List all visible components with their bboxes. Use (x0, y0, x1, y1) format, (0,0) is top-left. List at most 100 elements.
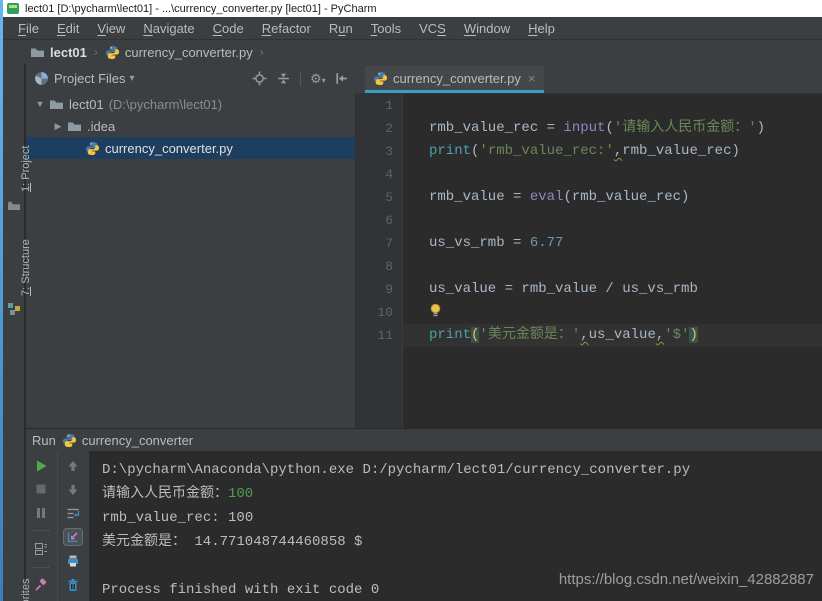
pause-output-button[interactable] (32, 505, 50, 520)
menu-item-file[interactable]: File (9, 21, 48, 36)
code-line-7[interactable]: 7us_vs_rmb = 6.77 (355, 232, 822, 255)
menu-item-vcs[interactable]: VCS (410, 21, 455, 36)
stop-button[interactable] (32, 481, 50, 496)
token-st: 'rmb_value_rec:' (479, 143, 613, 159)
menu-item-navigate[interactable]: Navigate (134, 21, 203, 36)
folder-icon (49, 97, 64, 112)
code-line-8[interactable]: 8 (355, 255, 822, 278)
line-number[interactable]: 11 (355, 324, 403, 347)
run-label: Run (32, 433, 56, 448)
python-file-icon (62, 433, 77, 448)
tree-item--idea[interactable]: ▶.idea (26, 115, 355, 137)
locate-file-button[interactable] (252, 71, 267, 86)
code-text[interactable] (403, 255, 822, 278)
intention-bulb-icon[interactable] (429, 303, 442, 317)
code-line-6[interactable]: 6 (355, 209, 822, 232)
tree-item-path: (D:\pycharm\lect01) (109, 97, 222, 112)
hide-panel-button[interactable] (334, 71, 349, 86)
menu-item-refactor[interactable]: Refactor (253, 21, 320, 36)
gear-icon[interactable]: ⚙▾ (310, 71, 325, 86)
tool-button-structure[interactable]: 7: Structure (20, 239, 32, 296)
token-pl: ( (605, 120, 613, 136)
line-number[interactable]: 9 (355, 278, 403, 301)
token-pl: us_value (589, 327, 656, 343)
project-tool-icon[interactable] (7, 199, 21, 213)
expand-arrow-icon[interactable]: ▼ (34, 99, 46, 109)
line-number[interactable]: 1 (355, 94, 403, 117)
restore-layout-button[interactable] (32, 541, 50, 556)
line-number[interactable]: 8 (355, 255, 403, 278)
print-button[interactable] (64, 553, 82, 569)
code-text[interactable]: us_value = rmb_value / us_vs_rmb (403, 278, 822, 301)
code-line-3[interactable]: 3print('rmb_value_rec:',rmb_value_rec) (355, 140, 822, 163)
tool-button-favorites[interactable]: 2: Favorites (20, 579, 32, 601)
line-number[interactable]: 6 (355, 209, 403, 232)
close-icon[interactable]: × (528, 71, 536, 86)
run-tab-label[interactable]: currency_converter (82, 433, 193, 448)
code-text[interactable]: print('rmb_value_rec:',rmb_value_rec) (403, 140, 822, 163)
collapse-all-button[interactable] (276, 71, 291, 86)
folder-icon (67, 119, 82, 134)
chevron-down-icon[interactable]: ▾ (130, 73, 135, 84)
scope-selector[interactable]: Project Files (54, 71, 126, 86)
code-text[interactable] (403, 209, 822, 232)
code-text[interactable]: us_vs_rmb = 6.77 (403, 232, 822, 255)
code-text[interactable] (403, 163, 822, 186)
down-stack-button[interactable] (64, 482, 82, 498)
menu-item-help[interactable]: Help (519, 21, 564, 36)
run-toolbar (26, 451, 90, 601)
code-text[interactable] (403, 94, 822, 117)
code-line-2[interactable]: 2rmb_value_rec = input('请输入人民币金额：') (355, 117, 822, 140)
code-line-11[interactable]: 11print('美元金额是：',us_value,'$') (355, 324, 822, 347)
code-line-4[interactable]: 4 (355, 163, 822, 186)
scroll-to-end-button[interactable] (64, 529, 82, 545)
console-output-text: D:\pycharm\Anaconda\python.exe D:/pychar… (102, 462, 690, 478)
up-stack-button[interactable] (64, 458, 82, 474)
tree-item-currency-converter-py[interactable]: currency_converter.py (26, 137, 355, 159)
breadcrumb-separator: › (94, 45, 98, 59)
line-number[interactable]: 7 (355, 232, 403, 255)
project-tree: ▼lect01(D:\pycharm\lect01)▶.ideacurrency… (26, 93, 355, 159)
structure-tool-icon[interactable] (7, 302, 21, 316)
code-line-5[interactable]: 5rmb_value = eval(rmb_value_rec) (355, 186, 822, 209)
menu-item-code[interactable]: Code (204, 21, 253, 36)
line-number[interactable]: 2 (355, 117, 403, 140)
code-text[interactable] (403, 301, 822, 324)
pin-tab-button[interactable] (32, 578, 50, 593)
code-text[interactable]: rmb_value_rec = input('请输入人民币金额：') (403, 117, 822, 140)
soft-wrap-button[interactable] (64, 506, 82, 522)
project-panel: Project Files ▾ ⚙▾ ▼lect01(D:\pycharm\le… (26, 64, 355, 428)
code-text[interactable]: print('美元金额是：',us_value,'$') (403, 324, 822, 347)
line-number[interactable]: 10 (355, 301, 403, 324)
code-area[interactable]: 12rmb_value_rec = input('请输入人民币金额：')3pri… (355, 94, 822, 428)
token-pl: rmb_value_rec = (429, 120, 563, 136)
breadcrumb-project[interactable]: lect01 (50, 45, 87, 60)
menu-item-tools[interactable]: Tools (362, 21, 410, 36)
code-line-9[interactable]: 9us_value = rmb_value / us_vs_rmb (355, 278, 822, 301)
console-line: rmb_value_rec: 100 (102, 506, 822, 530)
menu-item-run[interactable]: Run (320, 21, 362, 36)
code-text[interactable]: rmb_value = eval(rmb_value_rec) (403, 186, 822, 209)
menu-item-edit[interactable]: Edit (48, 21, 88, 36)
console-user-input: 100 (228, 486, 253, 502)
menu-item-window[interactable]: Window (455, 21, 519, 36)
tree-item-lect01[interactable]: ▼lect01(D:\pycharm\lect01) (26, 93, 355, 115)
tool-button-project[interactable]: 1: Project (20, 146, 32, 192)
code-line-10[interactable]: 10 (355, 301, 822, 324)
rerun-button[interactable] (32, 458, 50, 473)
tab-currency-converter[interactable]: currency_converter.py × (365, 66, 544, 93)
breadcrumb-file[interactable]: currency_converter.py (125, 45, 253, 60)
line-number[interactable]: 5 (355, 186, 403, 209)
clear-all-button[interactable] (64, 577, 82, 593)
code-line-1[interactable]: 1 (355, 94, 822, 117)
token-bi: input (563, 120, 605, 136)
line-number[interactable]: 4 (355, 163, 403, 186)
window-title: lect01 [D:\pycharm\lect01] - ...\currenc… (25, 3, 377, 15)
python-icon (85, 141, 100, 156)
token-st: '$' (664, 327, 689, 343)
line-number[interactable]: 3 (355, 140, 403, 163)
expand-arrow-icon[interactable]: ▶ (52, 121, 64, 132)
menu-item-view[interactable]: View (88, 21, 134, 36)
gutter-fill (355, 347, 403, 428)
console-line: 美元金额是： 14.771048744460858 $ (102, 530, 822, 554)
